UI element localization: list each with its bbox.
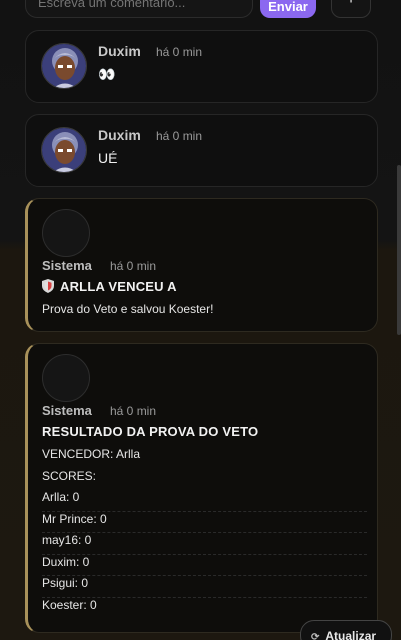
score-row: Duxim: 0: [42, 555, 367, 576]
system-avatar: [42, 354, 90, 402]
comment-card: Duxim há 0 min 👀: [25, 30, 378, 103]
system-avatar: [42, 209, 90, 257]
comment-input[interactable]: [25, 0, 253, 18]
refresh-label: Atualizar: [325, 629, 377, 640]
system-title: RESULTADO DA PROVA DO VETO: [42, 424, 259, 439]
system-time: há 0 min: [110, 259, 157, 273]
score-row: Arlla: 0: [42, 490, 367, 512]
comment-username[interactable]: Duxim: [98, 127, 141, 143]
comment-composer: Enviar +: [25, 0, 371, 18]
shield-icon: [42, 279, 54, 293]
comment-username[interactable]: Duxim: [98, 43, 141, 59]
system-time: há 0 min: [110, 404, 157, 418]
comment-card: Duxim há 0 min UÉ: [25, 114, 378, 187]
comment-text: UÉ: [98, 150, 118, 166]
scrollbar[interactable]: [397, 165, 401, 335]
system-username: Sistema: [42, 258, 92, 273]
system-post: Sistema há 0 min ARLLA VENCEU A Prova do…: [25, 198, 378, 332]
veto-results: VENCEDOR: Arlla SCORES: Arlla: 0 Mr Prin…: [42, 447, 367, 619]
system-title: ARLLA VENCEU A: [42, 279, 177, 294]
comment-time: há 0 min: [156, 129, 203, 143]
system-title-text: ARLLA VENCEU A: [60, 279, 177, 294]
avatar[interactable]: [41, 127, 87, 173]
scores-heading: SCORES:: [42, 468, 97, 483]
comment-time: há 0 min: [156, 45, 203, 59]
refresh-button[interactable]: ⟳ Atualizar: [300, 620, 392, 640]
comment-text: 👀: [98, 66, 116, 82]
refresh-icon: ⟳: [311, 632, 320, 640]
add-button[interactable]: +: [331, 0, 371, 18]
score-row: Koester: 0: [42, 597, 97, 612]
system-body: Prova do Veto e salvou Koester!: [42, 302, 214, 316]
avatar[interactable]: [41, 43, 87, 89]
system-username: Sistema: [42, 403, 92, 418]
system-post: Sistema há 0 min RESULTADO DA PROVA DO V…: [25, 343, 378, 633]
score-row: Mr Prince: 0: [42, 512, 367, 533]
score-row: may16: 0: [42, 533, 367, 555]
send-button[interactable]: Enviar: [260, 0, 316, 18]
winner-line: VENCEDOR: Arlla: [42, 447, 141, 461]
score-row: Psigui: 0: [42, 576, 367, 598]
